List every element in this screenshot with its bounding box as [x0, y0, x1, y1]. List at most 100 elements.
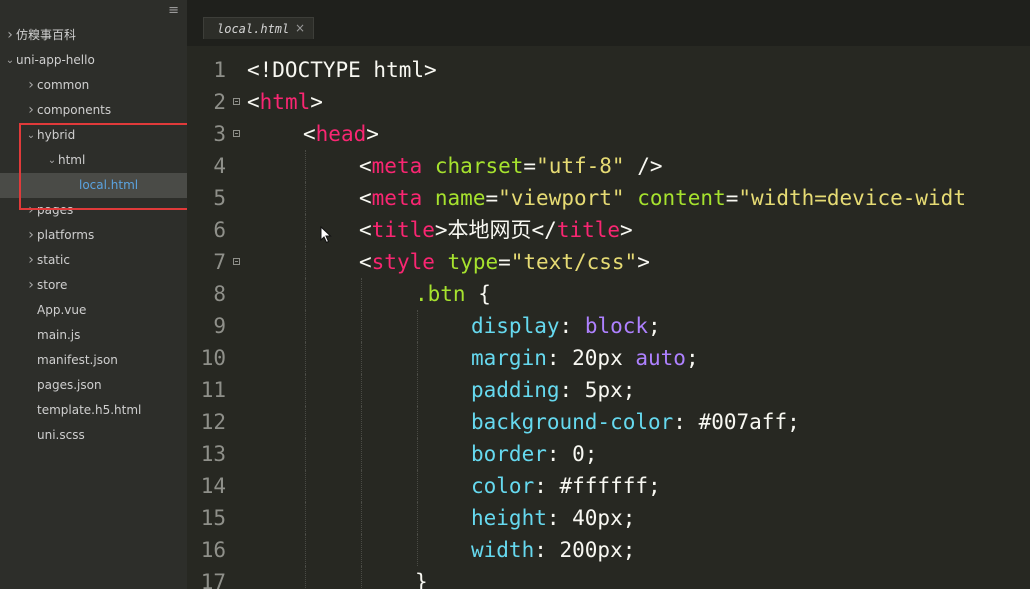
tab-local-html[interactable]: local.html × [203, 17, 314, 39]
tree-item-label: uni-app-hello [16, 53, 95, 67]
indent-guide [361, 342, 362, 374]
tree-item[interactable]: main.js [0, 323, 187, 348]
code-token: title [556, 218, 621, 242]
tree-item[interactable]: › static [0, 248, 187, 273]
code-token: > [310, 90, 323, 114]
indent-guide [361, 502, 362, 534]
code-token: style [371, 250, 435, 274]
indent-guide [417, 406, 418, 438]
code-token: .btn [415, 282, 466, 306]
code-line: 6 <title>本地网页</title> [187, 214, 1030, 246]
code-text: <!DOCTYPE html> [247, 54, 437, 86]
project-explorer: ≡ › 仿糗事百科 ⌄ uni-app-hello › common › components… [0, 0, 187, 589]
code-line: 12 background-color: #007aff; [187, 406, 1030, 438]
indent-guide [361, 534, 362, 566]
chevron-right-icon[interactable]: › [25, 73, 37, 98]
code-text: padding: 5px; [471, 374, 635, 406]
code-text: } [415, 566, 428, 589]
code-text: <meta name="viewport" content="width=dev… [359, 182, 966, 214]
line-number: 16 [200, 538, 226, 562]
chevron-right-icon[interactable]: › [25, 223, 37, 248]
fold-toggle-icon[interactable] [233, 258, 240, 265]
indent-guide [417, 438, 418, 470]
tree-item[interactable]: App.vue [0, 298, 187, 323]
code-token: : 5px; [559, 378, 636, 402]
code-token: < [359, 218, 372, 242]
line-number: 13 [200, 442, 226, 466]
code-token: = [523, 154, 537, 178]
indent-guide [305, 246, 306, 278]
chevron-right-icon[interactable]: › [25, 198, 37, 223]
code-token: : 40px; [546, 506, 636, 530]
chevron-down-icon[interactable]: ⌄ [46, 148, 58, 173]
code-token: : #007aff; [673, 410, 800, 434]
tree-item[interactable]: › store [0, 273, 187, 298]
tree-item-label: 仿糗事百科 [16, 28, 77, 42]
line-number: 3 [213, 122, 226, 146]
code-text: <style type="text/css"> [359, 246, 650, 278]
code-token: content [637, 186, 726, 210]
indent-guide [305, 534, 306, 566]
code-token: : 200px; [534, 538, 636, 562]
tree-item[interactable]: ⌄ hybrid [0, 123, 187, 148]
line-number: 15 [200, 506, 226, 530]
indent-guide [361, 566, 362, 589]
code-token: > [620, 218, 633, 242]
indent-guide [305, 150, 306, 182]
chevron-right-icon[interactable]: › [25, 98, 37, 123]
tree-item-label: main.js [37, 328, 81, 342]
indent-guide [361, 278, 362, 310]
code-text: width: 200px; [471, 534, 635, 566]
code-token: meta [371, 186, 423, 210]
tree-item[interactable]: uni.scss [0, 423, 187, 448]
chevron-right-icon[interactable]: › [25, 248, 37, 273]
indent-guide [417, 470, 418, 502]
code-line: 7 <style type="text/css"> [187, 246, 1030, 278]
line-number: 10 [200, 346, 226, 370]
code-token: } [415, 570, 428, 589]
tree-item[interactable]: › pages [0, 198, 187, 223]
indent-guide [305, 214, 306, 246]
indent-guide [361, 374, 362, 406]
tree-item[interactable]: › common [0, 73, 187, 98]
tree-item-label: template.h5.html [37, 403, 142, 417]
code-editor[interactable]: 1 <!DOCTYPE html> 2 <html> 3 <head> 4 <meta cha… [187, 46, 1030, 589]
tree-item[interactable]: › platforms [0, 223, 187, 248]
tree-item[interactable]: ⌄ uni-app-hello [0, 48, 187, 73]
tree-item[interactable]: › 仿糗事百科 [0, 23, 187, 48]
menu-icon[interactable]: ≡ [168, 4, 179, 18]
indent-guide [305, 374, 306, 406]
indent-guide [305, 310, 306, 342]
chevron-down-icon[interactable]: ⌄ [25, 123, 37, 148]
indent-guide [417, 342, 418, 374]
fold-toggle-icon[interactable] [233, 98, 240, 105]
code-line: 9 display: block; [187, 310, 1030, 342]
tree-item[interactable]: pages.json [0, 373, 187, 398]
code-token: "width=device-widt [738, 186, 966, 210]
line-number: 6 [213, 218, 226, 242]
code-text: <title>本地网页</title> [359, 214, 633, 246]
code-token: ; [685, 346, 699, 370]
chevron-right-icon[interactable]: › [25, 273, 37, 298]
chevron-down-icon[interactable]: ⌄ [4, 48, 16, 73]
tree-item[interactable]: template.h5.html [0, 398, 187, 423]
line-number: 1 [213, 58, 226, 82]
fold-toggle-icon[interactable] [233, 130, 240, 137]
code-token: "viewport" [498, 186, 625, 210]
code-token: < [359, 250, 372, 274]
code-token: charset [434, 154, 524, 178]
tree-item[interactable]: manifest.json [0, 348, 187, 373]
chevron-right-icon[interactable]: › [4, 23, 16, 48]
close-icon[interactable]: × [295, 18, 305, 39]
tree-item-label: local.html [79, 178, 139, 192]
code-line: 17} [187, 566, 1030, 589]
tree-item[interactable]: ⌄ html [0, 148, 187, 173]
tree-item[interactable]: local.html [0, 173, 187, 198]
code-line: 13 border: 0; [187, 438, 1030, 470]
tree-item[interactable]: › components [0, 98, 187, 123]
indent-guide [305, 278, 306, 310]
